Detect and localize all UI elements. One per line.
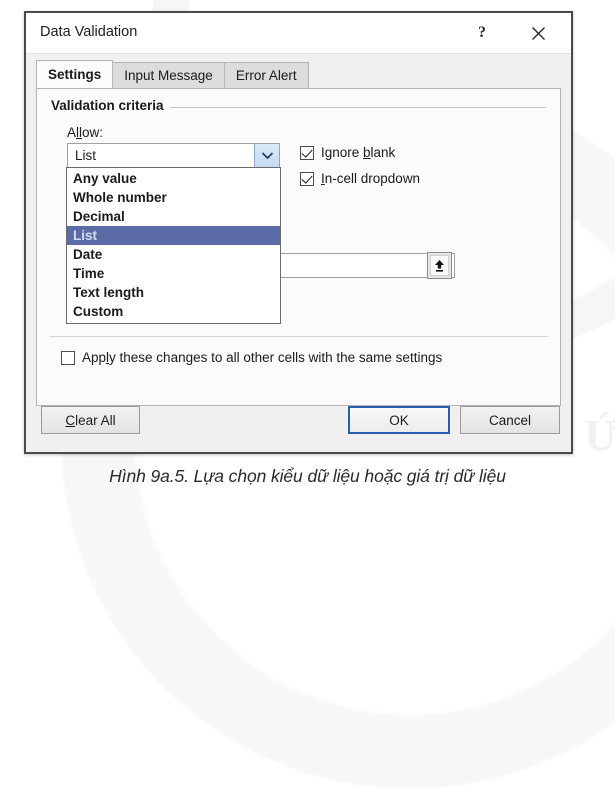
in-cell-dropdown-checkbox-row[interactable]: In-cell dropdown [300, 171, 420, 186]
dropdown-option-custom[interactable]: Custom [67, 302, 280, 321]
dialog-title: Data Validation [40, 24, 138, 40]
tab-strip: Settings Input Message Error Alert [36, 60, 561, 88]
dropdown-option-list[interactable]: List [67, 226, 280, 245]
dropdown-option-any-value[interactable]: Any value [67, 169, 280, 188]
tab-error-alert[interactable]: Error Alert [223, 62, 309, 88]
ignore-blank-label: Ignore blank [321, 145, 396, 160]
allow-combobox-toggle[interactable] [254, 144, 279, 167]
validation-criteria-label: Validation criteria [51, 98, 170, 113]
dialog-footer: Clear All OK Cancel [26, 394, 571, 452]
dropdown-option-decimal[interactable]: Decimal [67, 207, 280, 226]
allow-combobox-value: List [75, 148, 97, 163]
allow-label: Allow: [67, 125, 104, 140]
chevron-down-icon [261, 147, 274, 165]
ignore-blank-checkbox[interactable] [300, 145, 314, 160]
apply-all-label: Apply these changes to all other cells w… [82, 350, 443, 365]
apply-all-checkbox[interactable] [61, 350, 75, 365]
data-validation-dialog: Data Validation ? Settings Input Message… [24, 11, 573, 454]
help-button[interactable]: ? [467, 19, 497, 47]
close-icon [531, 26, 546, 41]
dropdown-option-text-length[interactable]: Text length [67, 283, 280, 302]
ignore-blank-checkbox-row[interactable]: Ignore blank [300, 145, 395, 160]
dropdown-option-time[interactable]: Time [67, 264, 280, 283]
apply-all-checkbox-row[interactable]: Apply these changes to all other cells w… [61, 350, 442, 365]
ok-button[interactable]: OK [348, 406, 450, 434]
figure-caption: Hình 9a.5. Lựa chọn kiểu dữ liệu hoặc gi… [109, 466, 506, 486]
tab-settings[interactable]: Settings [36, 60, 114, 88]
allow-dropdown-list[interactable]: Any value Whole number Decimal List Date… [66, 167, 281, 324]
dialog-titlebar: Data Validation ? [26, 13, 571, 54]
in-cell-dropdown-label: In-cell dropdown [321, 171, 421, 186]
dropdown-option-date[interactable]: Date [67, 245, 280, 264]
panel-divider [49, 336, 548, 337]
allow-combobox[interactable]: List [67, 143, 280, 168]
group-divider [170, 107, 546, 108]
settings-tab-panel: Validation criteria Allow: List Any valu… [36, 88, 561, 406]
close-button[interactable] [523, 19, 553, 47]
collapse-dialog-icon [430, 255, 449, 276]
clear-all-button[interactable]: Clear All [41, 406, 140, 434]
tab-input-message[interactable]: Input Message [112, 62, 225, 88]
range-picker-button[interactable] [427, 252, 452, 279]
cancel-button[interactable]: Cancel [460, 406, 560, 434]
in-cell-dropdown-checkbox[interactable] [300, 171, 314, 186]
dropdown-option-whole-number[interactable]: Whole number [67, 188, 280, 207]
